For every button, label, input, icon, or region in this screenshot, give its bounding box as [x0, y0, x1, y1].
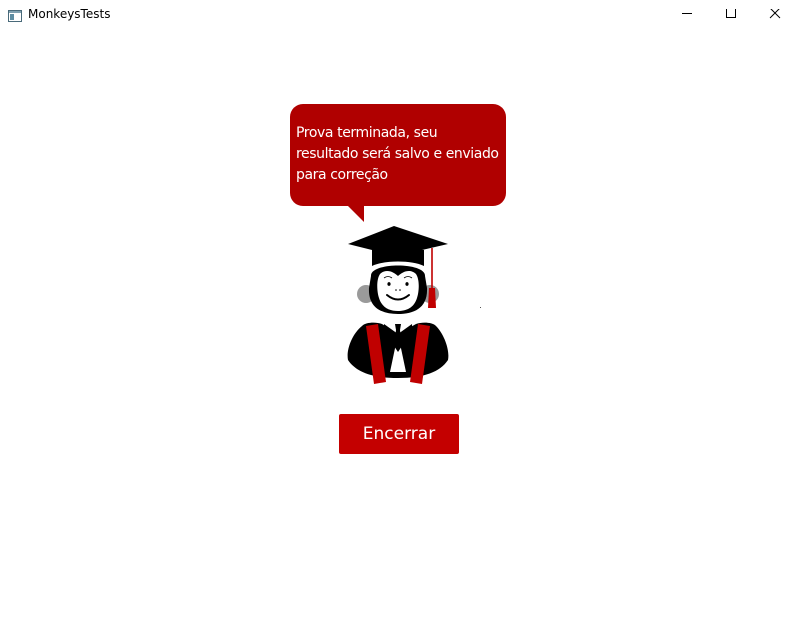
- window-app-icon: [8, 7, 22, 22]
- minimize-icon: [682, 13, 692, 14]
- maximize-button[interactable]: [708, 0, 754, 30]
- title-bar[interactable]: MonkeysTests: [0, 0, 798, 30]
- speech-bubble-tail: [346, 204, 364, 222]
- decorative-dot: [480, 307, 481, 308]
- close-button[interactable]: [752, 0, 798, 30]
- maximize-icon: [726, 9, 736, 18]
- graduate-monkey-icon: [347, 226, 449, 384]
- result-message: Prova terminada, seu resultado será salv…: [296, 125, 499, 183]
- speech-bubble: Prova terminada, seu resultado será salv…: [290, 104, 506, 206]
- window-title: MonkeysTests: [28, 7, 111, 21]
- app-window: MonkeysTests Prova terminada, seu result…: [0, 0, 798, 626]
- close-icon: [769, 9, 781, 19]
- end-test-button[interactable]: Encerrar: [339, 414, 459, 454]
- minimize-button[interactable]: [664, 0, 710, 30]
